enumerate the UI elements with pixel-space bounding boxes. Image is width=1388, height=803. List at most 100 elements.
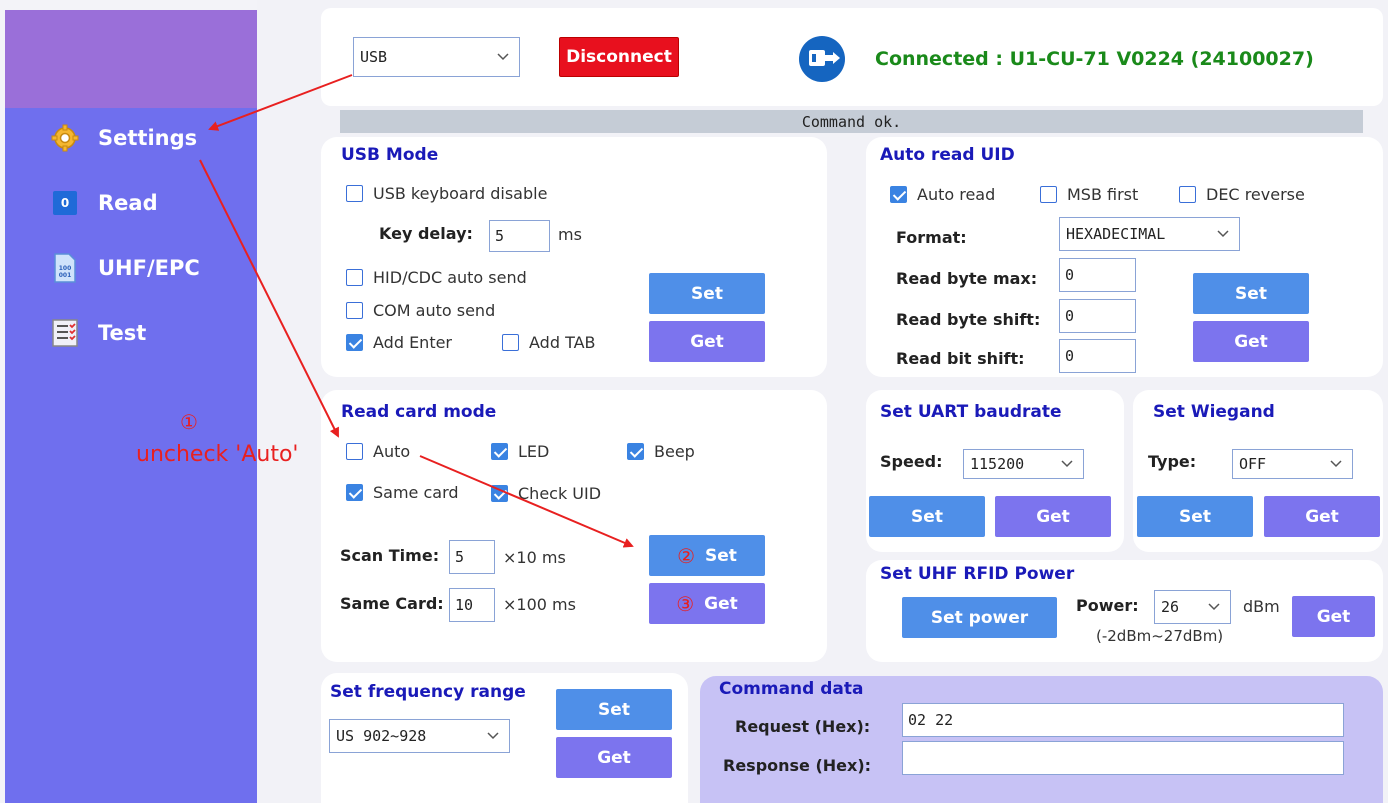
same-card-checkbox[interactable]: Same card	[346, 483, 459, 502]
wiegand-get-button[interactable]: Get	[1264, 496, 1380, 537]
power-get-button[interactable]: Get	[1292, 596, 1375, 637]
auto-read-get-button[interactable]: Get	[1193, 321, 1309, 362]
auto-checkbox[interactable]: Auto	[346, 442, 410, 461]
checkbox-box	[346, 484, 363, 501]
gear-icon	[50, 123, 80, 153]
dec-reverse-checkbox[interactable]: DEC reverse	[1179, 185, 1305, 204]
frequency-title: Set frequency range	[330, 682, 526, 702]
read-byte-max-label: Read byte max:	[896, 269, 1038, 288]
key-delay-label: Key delay:	[379, 224, 473, 243]
chevron-down-icon	[1208, 603, 1220, 611]
same-card-input[interactable]: 10	[449, 588, 495, 622]
speed-label: Speed:	[880, 452, 943, 471]
sidebar-item-read[interactable]: 0 Read	[50, 188, 158, 218]
read-byte-shift-input[interactable]: 0	[1059, 299, 1136, 333]
wiegand-type-select[interactable]: OFF	[1232, 449, 1353, 479]
response-input[interactable]	[902, 741, 1344, 775]
chevron-down-icon	[497, 53, 509, 61]
type-label: Type:	[1148, 452, 1197, 471]
same-card-label: Same Card:	[340, 594, 444, 613]
msb-first-checkbox[interactable]: MSB first	[1040, 185, 1138, 204]
checkbox-label: LED	[518, 442, 550, 461]
checkbox-box	[491, 443, 508, 460]
svg-text:100: 100	[59, 265, 72, 272]
checkbox-box	[627, 443, 644, 460]
beep-checkbox[interactable]: Beep	[627, 442, 695, 461]
format-label: Format:	[896, 228, 967, 247]
wiegand-set-button[interactable]: Set	[1137, 496, 1253, 537]
power-label: Power:	[1076, 596, 1139, 615]
checkbox-box	[1040, 186, 1057, 203]
checkbox-box	[502, 334, 519, 351]
com-auto-send-checkbox[interactable]: COM auto send	[346, 301, 495, 320]
read-bit-shift-input[interactable]: 0	[1059, 339, 1136, 373]
usb-mode-get-button[interactable]: Get	[649, 321, 765, 362]
request-input[interactable]: 02 22	[902, 703, 1344, 737]
connection-status: Connected : U1-CU-71 V0224 (24100027)	[875, 48, 1314, 70]
add-enter-checkbox[interactable]: Add Enter	[346, 333, 452, 352]
format-select-value: HEXADECIMAL	[1066, 225, 1166, 243]
power-select-value: 26	[1161, 598, 1180, 616]
chevron-down-icon	[487, 732, 499, 740]
port-select-value: USB	[360, 48, 388, 66]
same-card-unit: ×100 ms	[503, 595, 576, 614]
wiegand-title: Set Wiegand	[1153, 402, 1275, 422]
uart-set-button[interactable]: Set	[869, 496, 985, 537]
frequency-get-button[interactable]: Get	[556, 737, 672, 778]
checkbox-label: HID/CDC auto send	[373, 268, 527, 287]
connection-icon	[798, 35, 850, 83]
scan-time-label: Scan Time:	[340, 546, 440, 565]
scan-time-input[interactable]: 5	[449, 540, 495, 574]
sidebar-item-label: Read	[98, 191, 158, 215]
disconnect-button[interactable]: Disconnect	[559, 37, 679, 77]
checkbox-label: MSB first	[1067, 185, 1139, 204]
speed-select[interactable]: 115200	[963, 449, 1084, 479]
sidebar-item-label: UHF/EPC	[98, 256, 200, 280]
auto-read-set-button[interactable]: Set	[1193, 273, 1309, 314]
status-bar: Command ok.	[340, 110, 1363, 133]
chevron-down-icon	[1061, 460, 1073, 468]
hid-cdc-auto-send-checkbox[interactable]: HID/CDC auto send	[346, 268, 527, 287]
checkbox-box	[890, 186, 907, 203]
auto-read-checkbox[interactable]: Auto read	[890, 185, 995, 204]
port-select[interactable]: USB	[353, 37, 520, 77]
frequency-select[interactable]: US 902~928	[329, 719, 510, 753]
command-data-title: Command data	[719, 679, 864, 699]
sidebar-item-test[interactable]: Test	[50, 318, 146, 348]
sidebar-header	[5, 10, 257, 108]
step1-marker: ①	[180, 410, 198, 434]
checkbox-label: Add TAB	[529, 333, 596, 352]
sidebar-item-label: Test	[98, 321, 147, 345]
wiegand-type-value: OFF	[1239, 455, 1267, 473]
checkbox-label: Auto	[373, 442, 411, 461]
frequency-set-button[interactable]: Set	[556, 689, 672, 730]
add-tab-checkbox[interactable]: Add TAB	[502, 333, 596, 352]
checkbox-label: Same card	[373, 483, 459, 502]
uart-get-button[interactable]: Get	[995, 496, 1111, 537]
read-byte-max-input[interactable]: 0	[1059, 258, 1136, 292]
sidebar-item-uhf-epc[interactable]: 100 001 UHF/EPC	[50, 253, 200, 283]
power-select[interactable]: 26	[1154, 590, 1231, 624]
usb-mode-set-button[interactable]: Set	[649, 273, 765, 314]
usb-keyboard-disable-checkbox[interactable]: USB keyboard disable	[346, 184, 547, 203]
led-checkbox[interactable]: LED	[491, 442, 549, 461]
read-card-set-button[interactable]: ② Set	[649, 535, 765, 576]
request-label: Request (Hex):	[735, 717, 871, 736]
sidebar-item-settings[interactable]: Settings	[50, 123, 197, 153]
set-power-button[interactable]: Set power	[902, 597, 1057, 638]
read-card-get-button[interactable]: ③ Get	[649, 583, 765, 624]
sidebar: Settings 0 Read 100 001 UHF/EPC Test	[5, 10, 257, 803]
format-select[interactable]: HEXADECIMAL	[1059, 217, 1240, 251]
key-delay-unit: ms	[558, 225, 582, 244]
button-label: Get	[704, 593, 738, 614]
read-byte-shift-label: Read byte shift:	[896, 310, 1041, 329]
checkbox-box	[346, 302, 363, 319]
sidebar-item-label: Settings	[98, 126, 198, 150]
document-icon: 100 001	[50, 253, 80, 283]
check-uid-checkbox[interactable]: Check UID	[491, 484, 601, 503]
chevron-down-icon	[1330, 460, 1342, 468]
read-icon: 0	[50, 188, 80, 218]
checkbox-label: Add Enter	[373, 333, 453, 352]
key-delay-input[interactable]: 5	[489, 220, 550, 252]
checkbox-box	[346, 334, 363, 351]
